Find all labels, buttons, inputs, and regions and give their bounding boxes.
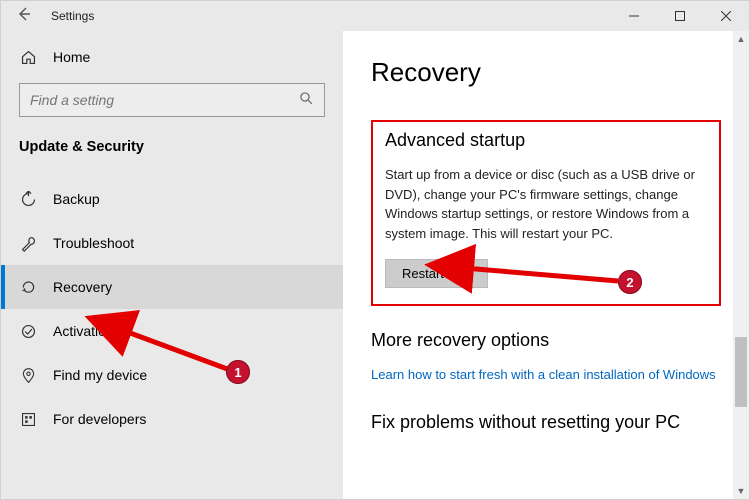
close-icon [721, 11, 731, 21]
sidebar-category: Update & Security [1, 129, 343, 177]
sidebar: Home Update & Security Backup [1, 31, 343, 499]
nav-label: Troubleshoot [53, 235, 134, 251]
window-title: Settings [51, 9, 94, 23]
titlebar: Settings [1, 1, 749, 31]
start-fresh-link[interactable]: Learn how to start fresh with a clean in… [371, 367, 716, 382]
minimize-icon [629, 11, 639, 21]
search-icon [299, 91, 314, 110]
home-label: Home [53, 49, 90, 65]
sidebar-item-troubleshoot[interactable]: Troubleshoot [1, 221, 343, 265]
home-icon [19, 49, 37, 66]
sidebar-item-activation[interactable]: Activation [1, 309, 343, 353]
nav-label: Activation [53, 323, 114, 339]
sidebar-item-find-my-device[interactable]: Find my device [1, 353, 343, 397]
find-device-icon [19, 367, 37, 384]
minimize-button[interactable] [611, 1, 657, 31]
nav-label: Recovery [53, 279, 112, 295]
scroll-down-icon[interactable]: ▼ [733, 483, 749, 499]
sidebar-item-backup[interactable]: Backup [1, 177, 343, 221]
sidebar-home[interactable]: Home [1, 37, 343, 77]
content-scrollbar[interactable]: ▲ ▼ [733, 31, 749, 499]
nav-label: Backup [53, 191, 100, 207]
sidebar-nav: Backup Troubleshoot Recovery [1, 177, 343, 441]
scroll-thumb[interactable] [735, 337, 747, 407]
content-pane: Recovery Advanced startup Start up from … [343, 31, 749, 499]
sidebar-item-for-developers[interactable]: For developers [1, 397, 343, 441]
search-box[interactable] [19, 83, 325, 117]
backup-icon [19, 191, 37, 208]
back-arrow-icon [16, 6, 32, 22]
maximize-icon [675, 11, 685, 21]
settings-window: Settings Home [0, 0, 750, 500]
scroll-track[interactable] [733, 47, 749, 483]
more-recovery-heading: More recovery options [371, 330, 721, 351]
scroll-up-icon[interactable]: ▲ [733, 31, 749, 47]
page-title: Recovery [371, 57, 721, 88]
recovery-icon [19, 279, 37, 296]
developers-icon [19, 411, 37, 428]
activation-icon [19, 323, 37, 340]
close-button[interactable] [703, 1, 749, 31]
nav-label: Find my device [53, 367, 147, 383]
advanced-startup-body: Start up from a device or disc (such as … [385, 165, 707, 243]
advanced-startup-section-highlight: Advanced startup Start up from a device … [371, 120, 721, 306]
fix-problems-heading: Fix problems without resetting your PC [371, 412, 721, 433]
maximize-button[interactable] [657, 1, 703, 31]
sidebar-item-recovery[interactable]: Recovery [1, 265, 343, 309]
search-input[interactable] [30, 92, 299, 108]
restart-now-button[interactable]: Restart now [385, 259, 488, 288]
nav-label: For developers [53, 411, 146, 427]
advanced-startup-heading: Advanced startup [385, 130, 707, 151]
back-button[interactable] [9, 6, 39, 27]
troubleshoot-icon [19, 235, 37, 252]
